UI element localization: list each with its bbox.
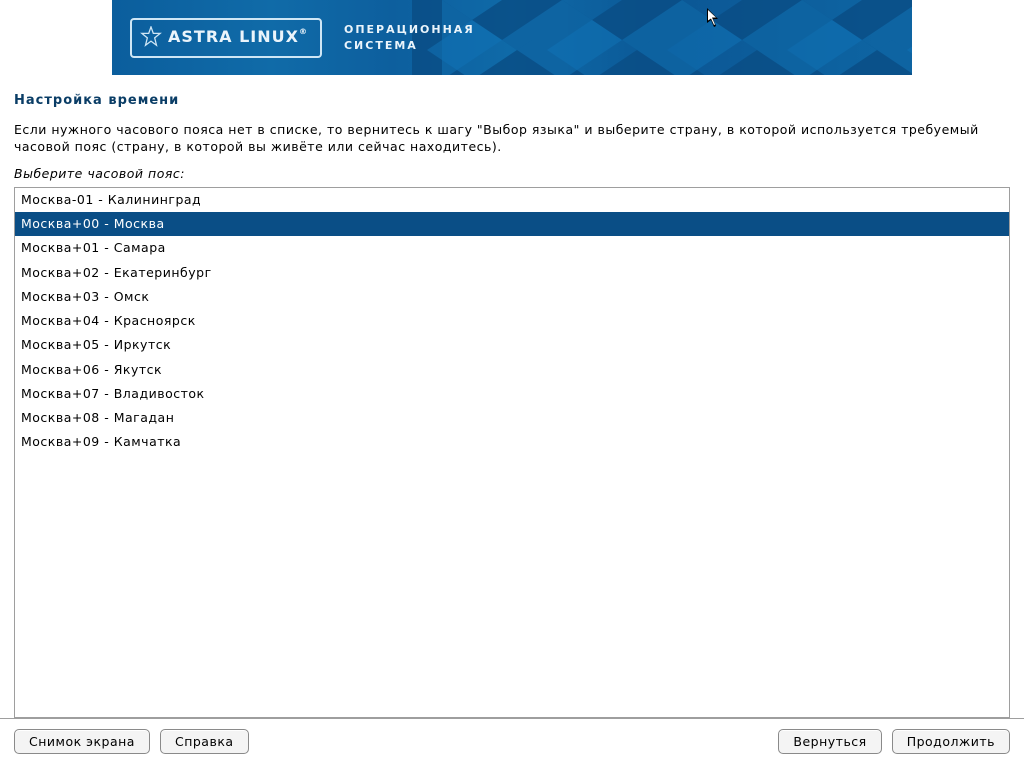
star-icon — [140, 26, 162, 48]
timezone-option[interactable]: Москва+01 - Самара — [15, 236, 1009, 260]
timezone-option[interactable]: Москва+08 - Магадан — [15, 406, 1009, 430]
timezone-option[interactable]: Москва+00 - Москва — [15, 212, 1009, 236]
header-banner: ASTRA LINUX® ОПЕРАЦИОННАЯ СИСТЕМА — [112, 0, 912, 75]
brand-logo: ASTRA LINUX® — [130, 18, 322, 58]
brand-name: ASTRA LINUX® — [168, 27, 308, 46]
list-label: Выберите часовой пояс: — [14, 166, 1010, 181]
timezone-option[interactable]: Москва+05 - Иркутск — [15, 333, 1009, 357]
timezone-listbox[interactable]: Москва-01 - КалининградМосква+00 - Москв… — [14, 187, 1010, 718]
brand-subtitle: ОПЕРАЦИОННАЯ СИСТЕМА — [344, 22, 475, 53]
page-title: Настройка времени — [14, 93, 1010, 108]
page-description: Если нужного часового пояса нет в списке… — [14, 122, 1010, 156]
screenshot-button[interactable]: Снимок экрана — [14, 729, 150, 754]
timezone-option[interactable]: Москва+03 - Омск — [15, 285, 1009, 309]
back-button[interactable]: Вернуться — [778, 729, 881, 754]
footer-bar: Снимок экрана Справка Вернуться Продолжи… — [0, 718, 1024, 768]
timezone-option[interactable]: Москва-01 - Калининград — [15, 188, 1009, 212]
timezone-option[interactable]: Москва+09 - Камчатка — [15, 430, 1009, 454]
timezone-option[interactable]: Москва+02 - Екатеринбург — [15, 261, 1009, 285]
timezone-option[interactable]: Москва+07 - Владивосток — [15, 382, 1009, 406]
help-button[interactable]: Справка — [160, 729, 249, 754]
continue-button[interactable]: Продолжить — [892, 729, 1010, 754]
timezone-option[interactable]: Москва+04 - Красноярск — [15, 309, 1009, 333]
timezone-option[interactable]: Москва+06 - Якутск — [15, 358, 1009, 382]
cursor-icon — [707, 8, 721, 28]
